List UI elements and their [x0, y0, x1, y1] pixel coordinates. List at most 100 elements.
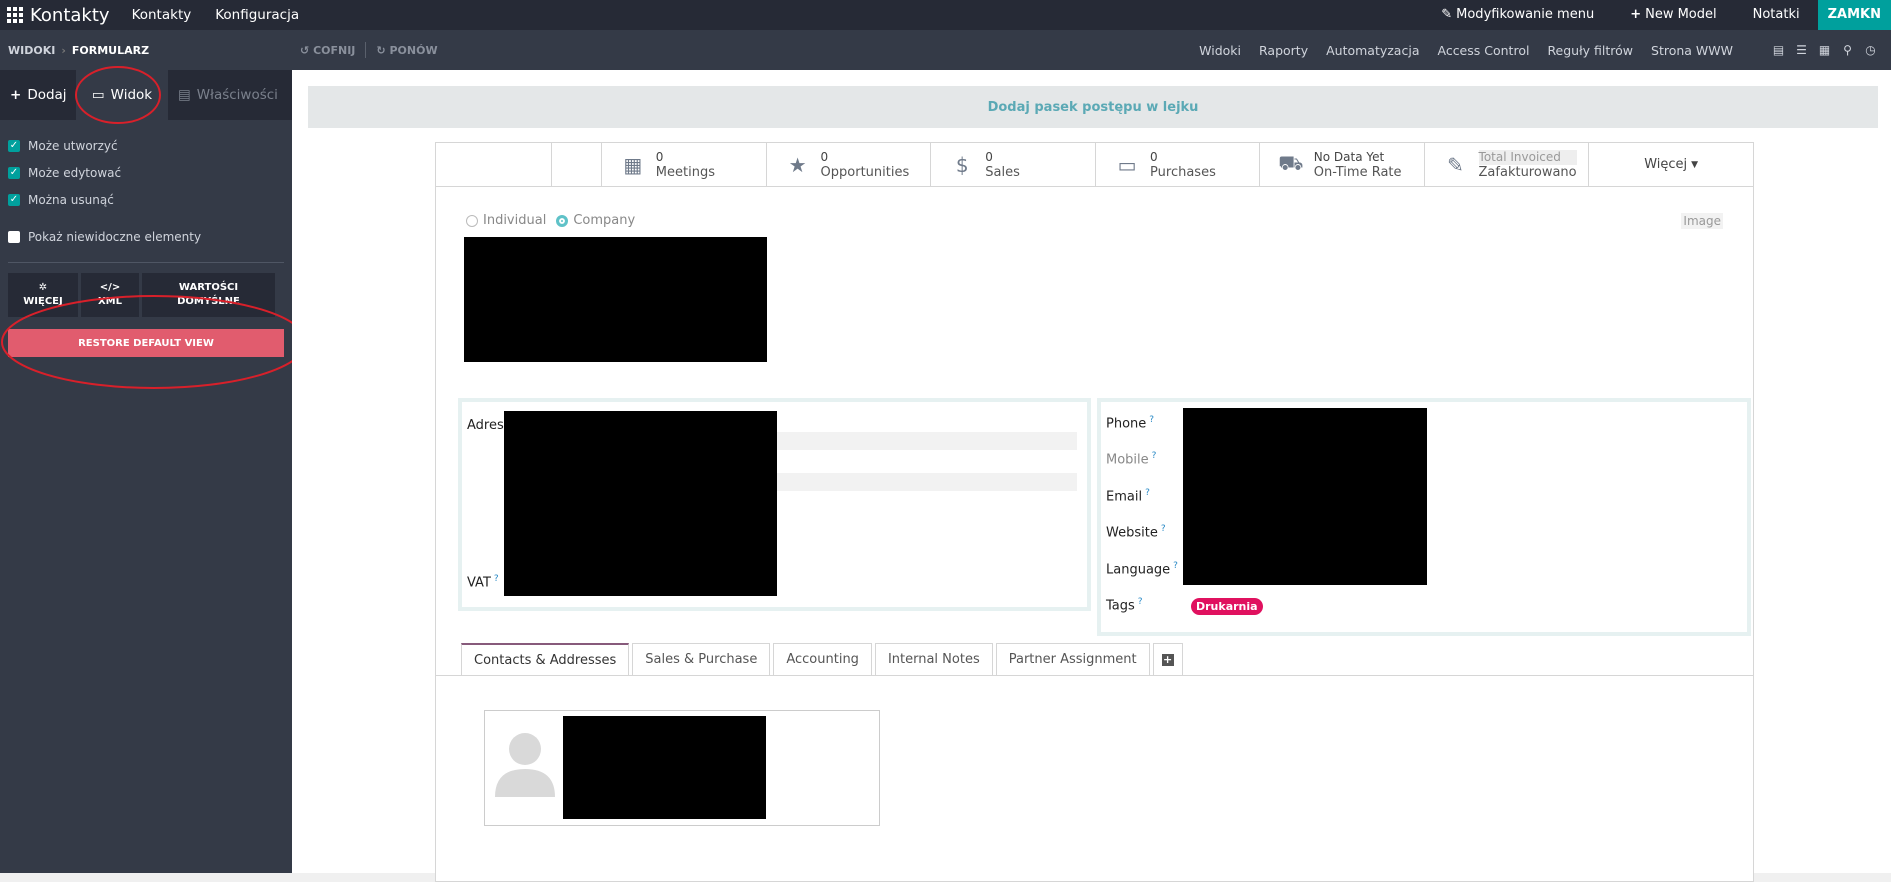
option-can-edit[interactable]: ✓ Może edytować — [8, 159, 284, 186]
notes-button[interactable]: Notatki — [1735, 0, 1818, 30]
option-show-invisible[interactable]: Pokaż niewidoczne elementy — [8, 223, 284, 250]
option-label: Może edytować — [28, 165, 122, 180]
more-label: Więcej — [1644, 157, 1688, 172]
option-can-create[interactable]: ✓ Może utworzyć — [8, 132, 284, 159]
calendar-icon: ▦ — [623, 152, 643, 177]
tab-view[interactable]: ▭ Widok — [75, 66, 168, 124]
empty-slot[interactable] — [552, 143, 602, 186]
apps-menu-icon[interactable] — [0, 0, 30, 30]
on-time-rate-label: On-Time Rate — [1313, 164, 1402, 180]
tab-properties[interactable]: ▤ Właściwości — [168, 70, 292, 120]
new-model-label: New Model — [1645, 7, 1717, 22]
redo-button[interactable]: ↻ PONÓW — [376, 44, 437, 57]
phone-label: Phone? — [1106, 415, 1155, 432]
tab-internal-notes[interactable]: Internal Notes — [874, 643, 993, 675]
tab-contacts-addresses[interactable]: Contacts & Addresses — [461, 643, 630, 675]
kanban-view-icon[interactable]: ▦ — [1818, 44, 1831, 56]
opportunities-label: Opportunities — [820, 164, 910, 180]
breadcrumb-form: FORMULARZ — [71, 43, 150, 57]
studio-menu-views[interactable]: Widoki — [1190, 43, 1250, 58]
close-studio-button[interactable]: ZAMKN — [1817, 0, 1891, 30]
map-pin-icon[interactable]: ⚲ — [1841, 44, 1854, 56]
edit-icon: ✎ — [1447, 152, 1464, 177]
plus-icon: + — [1630, 7, 1642, 22]
redacted-name — [464, 237, 767, 362]
language-label: Language? — [1106, 561, 1178, 578]
checkbox-checked-icon[interactable]: ✓ — [8, 193, 20, 206]
meetings-button[interactable]: ▦ 0 Meetings — [602, 143, 767, 186]
checkbox-checked-icon[interactable]: ✓ — [8, 166, 20, 179]
plus-square-icon: + — [1161, 652, 1174, 666]
redacted-contact-info — [1183, 408, 1427, 585]
studio-menu-access-control[interactable]: Access Control — [1428, 43, 1538, 58]
undo-icon: ↺ — [300, 43, 310, 57]
contact-info-group[interactable]: Phone? Mobile? Email? Website? Language?… — [1097, 398, 1751, 636]
opportunities-button[interactable]: ★ 0 Opportunities — [767, 143, 932, 186]
option-label: Można usunąć — [28, 192, 114, 207]
credit-card-icon: ▭ — [1117, 152, 1137, 177]
form-editor: Dodaj pasek postępu w lejku ▦ 0 Meetings … — [292, 70, 1891, 882]
form-view-icon[interactable]: ▤ — [1772, 44, 1785, 56]
studio-toolbar: WIDOKI › FORMULARZ ↺ COFNIJ ↻ PONÓW Wido… — [0, 30, 1891, 70]
sales-button[interactable]: $ 0 Sales — [931, 143, 1097, 186]
tab-sales-purchase[interactable]: Sales & Purchase — [632, 643, 771, 675]
add-progress-bar-hint[interactable]: Dodaj pasek postępu w lejku — [308, 86, 1878, 128]
red-circle-annotation — [75, 66, 161, 124]
undo-button[interactable]: ↺ COFNIJ — [300, 44, 355, 57]
studio-menu-automation[interactable]: Automatyzacja — [1317, 43, 1428, 58]
tag-badge[interactable]: Drukarnia — [1191, 598, 1263, 615]
studio-menu-reports[interactable]: Raporty — [1250, 43, 1317, 58]
option-label: Może utworzyć — [28, 138, 118, 153]
tab-partner-assignment[interactable]: Partner Assignment — [995, 643, 1150, 675]
tab-accounting[interactable]: Accounting — [773, 643, 872, 675]
address-field[interactable] — [777, 473, 1077, 491]
app-title[interactable]: Kontakty — [30, 5, 120, 26]
total-invoiced-value: Total Invoiced — [1478, 149, 1577, 165]
add-tab-button[interactable]: + — [1152, 643, 1183, 675]
clock-icon[interactable]: ◷ — [1864, 44, 1877, 56]
image-field[interactable]: Image — [1681, 213, 1723, 229]
empty-slot[interactable] — [436, 143, 552, 186]
purchases-button[interactable]: ▭ 0 Purchases — [1096, 143, 1260, 186]
smart-button-box: ▦ 0 Meetings ★ 0 Opportunities $ 0 Sales ▭ … — [436, 143, 1753, 187]
invoiced-button[interactable]: ✎ Total Invoiced Zafakturowano — [1425, 143, 1590, 186]
tab-add-label: Dodaj — [27, 87, 67, 103]
address-label: Adres — [467, 418, 504, 433]
divider — [8, 262, 284, 263]
tab-properties-label: Właściwości — [196, 87, 278, 103]
radio-individual[interactable]: Individual — [466, 213, 546, 228]
email-label: Email? — [1106, 488, 1150, 505]
checkbox-unchecked-icon[interactable] — [8, 230, 20, 243]
on-time-rate-button[interactable]: ⛟ No Data Yet On-Time Rate — [1260, 143, 1425, 186]
plus-icon: + — [10, 87, 22, 103]
undo-label: COFNIJ — [313, 43, 356, 57]
purchases-label: Purchases — [1150, 164, 1216, 180]
tab-add[interactable]: + Dodaj — [0, 70, 76, 120]
new-model-button[interactable]: + New Model — [1612, 0, 1734, 30]
redo-icon: ↻ — [376, 43, 386, 57]
divider — [436, 675, 1753, 676]
edit-menu-button[interactable]: ✎ Modyfikowanie menu — [1423, 0, 1612, 30]
breadcrumb-views[interactable]: WIDOKI — [8, 44, 55, 57]
option-can-delete[interactable]: ✓ Można usunąć — [8, 186, 284, 213]
mobile-label: Mobile? — [1106, 451, 1157, 468]
menu-konfiguracja[interactable]: Konfiguracja — [203, 0, 311, 30]
pencil-icon: ✎ — [1441, 7, 1453, 22]
list-view-icon[interactable]: ☰ — [1795, 44, 1808, 56]
contact-card[interactable] — [484, 710, 880, 826]
address-group[interactable]: Adres VAT? — [458, 398, 1091, 611]
website-label: Website? — [1106, 524, 1166, 541]
studio-menu-website[interactable]: Strona WWW — [1642, 43, 1742, 58]
checkbox-checked-icon[interactable]: ✓ — [8, 139, 20, 152]
avatar-placeholder-icon — [495, 733, 555, 797]
more-dropdown[interactable]: Więcej ▼ — [1589, 143, 1753, 186]
address-field[interactable] — [777, 432, 1077, 450]
redacted-address — [504, 411, 777, 596]
breadcrumb-separator: › — [61, 43, 66, 57]
studio-menu-filter-rules[interactable]: Reguły filtrów — [1538, 43, 1642, 58]
radio-company[interactable]: Company — [556, 213, 635, 228]
red-circle-annotation — [1, 295, 307, 389]
opportunities-count: 0 — [820, 149, 829, 164]
on-time-rate-value: No Data Yet — [1313, 149, 1385, 164]
menu-kontakty[interactable]: Kontakty — [120, 0, 204, 30]
